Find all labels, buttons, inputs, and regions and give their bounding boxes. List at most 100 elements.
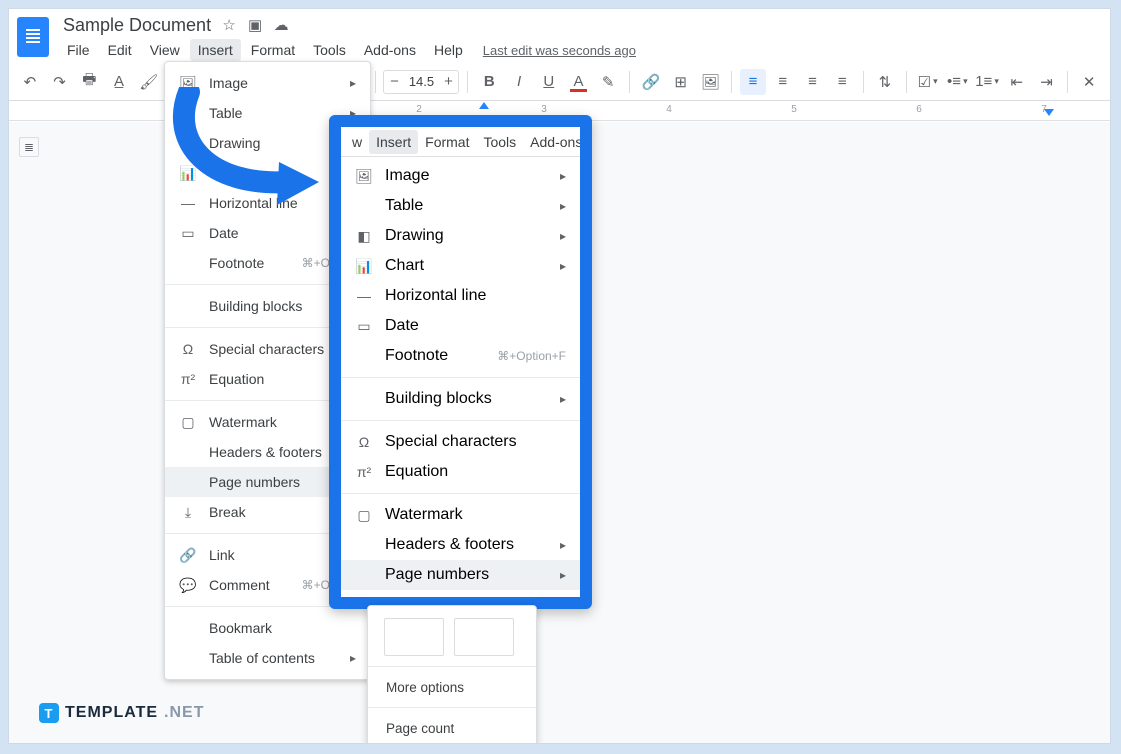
star-icon[interactable]: ☆ (221, 17, 237, 33)
font-size-value[interactable]: 14.5 (404, 74, 438, 89)
callout-insert-chart[interactable]: 📊Chart▸ (341, 251, 580, 281)
submenu-arrow-icon: ▸ (560, 392, 566, 406)
text-color-icon[interactable]: A (566, 69, 592, 95)
redo-icon[interactable]: ↷ (47, 69, 73, 95)
watermark-icon: ▢ (179, 413, 197, 431)
bulleted-list-icon[interactable]: •≡▾ (944, 69, 970, 95)
callout-insert-blocks[interactable]: Building blocks▸ (341, 384, 580, 414)
ruler-label: 5 (791, 104, 797, 115)
callout-menu-bar: w Insert Format Tools Add-ons H (341, 127, 580, 157)
menu-tools[interactable]: Tools (305, 39, 354, 61)
callout-insert-special[interactable]: ΩSpecial characters (341, 427, 580, 457)
date-icon: ▭ (355, 317, 373, 335)
callout-menu-addons[interactable]: Add-ons (523, 130, 589, 154)
callout-insert-table[interactable]: Table▸ (341, 191, 580, 221)
separator (731, 71, 732, 93)
page-numbers-submenu: More options Page count (367, 605, 537, 744)
callout-menu-insert[interactable]: Insert (369, 130, 418, 154)
outline-toggle-icon[interactable]: ≣ (19, 137, 39, 157)
decrease-indent-icon[interactable]: ⇤ (1004, 69, 1030, 95)
submenu-arrow-icon: ▸ (350, 76, 356, 90)
align-right-icon[interactable]: ≡ (800, 69, 826, 95)
paint-format-icon[interactable]: 🖌 (136, 69, 162, 95)
callout-insert-image[interactable]: 🖼Image▸ (341, 161, 580, 191)
app-window: Sample Document ☆ ▣ ☁ File Edit View Ins… (8, 8, 1111, 744)
menu-help[interactable]: Help (426, 39, 471, 61)
numbered-list-icon[interactable]: 1≡▾ (974, 69, 1000, 95)
callout-insert-dropdown: 🖼Image▸ Table▸ ◧Drawing▸ 📊Chart▸ —Horizo… (341, 157, 580, 597)
more-options[interactable]: More options (368, 667, 536, 707)
drawing-icon: ◧ (355, 227, 373, 245)
bold-icon[interactable]: B (476, 69, 502, 95)
font-size-control[interactable]: − 14.5 + (383, 70, 459, 94)
preset-thumbnail[interactable] (384, 618, 444, 656)
menu-format[interactable]: Format (243, 39, 303, 61)
image-icon[interactable]: 🖼 (697, 69, 723, 95)
callout-menu-view[interactable]: w (345, 130, 369, 154)
print-icon[interactable]: 🖶 (76, 69, 102, 95)
callout-insert-watermark[interactable]: ▢Watermark (341, 500, 580, 530)
date-icon: ▭ (179, 224, 197, 242)
document-title[interactable]: Sample Document (63, 15, 211, 36)
checklist-icon[interactable]: ☑▾ (915, 69, 941, 95)
italic-icon[interactable]: I (506, 69, 532, 95)
submenu-arrow-icon: ▸ (560, 199, 566, 213)
indent-marker-icon[interactable] (479, 102, 489, 109)
menu-edit[interactable]: Edit (100, 39, 140, 61)
page-count[interactable]: Page count (368, 708, 536, 744)
move-icon[interactable]: ▣ (247, 17, 263, 33)
comment-icon[interactable]: ⊞ (668, 69, 694, 95)
link-icon[interactable]: 🔗 (638, 69, 664, 95)
separator (863, 71, 864, 93)
preset-thumbnail[interactable] (454, 618, 514, 656)
undo-icon[interactable]: ↶ (17, 69, 43, 95)
separator (906, 71, 907, 93)
callout-box: w Insert Format Tools Add-ons H 🖼Image▸ … (329, 115, 592, 609)
menu-addons[interactable]: Add-ons (356, 39, 424, 61)
increase-indent-icon[interactable]: ⇥ (1034, 69, 1060, 95)
align-center-icon[interactable]: ≡ (770, 69, 796, 95)
special-chars-icon: Ω (179, 340, 197, 358)
watermark-icon: ▢ (355, 506, 373, 524)
separator (1067, 71, 1068, 93)
last-edit-link[interactable]: Last edit was seconds ago (483, 43, 636, 58)
cloud-icon[interactable]: ☁ (273, 17, 289, 33)
callout-insert-equation[interactable]: π²Equation (341, 457, 580, 487)
callout-insert-headers[interactable]: Headers & footers▸ (341, 530, 580, 560)
insert-image[interactable]: 🖼Image▸ (165, 68, 370, 98)
chart-icon: 📊 (355, 257, 373, 275)
separator (629, 71, 630, 93)
break-icon: ⤓ (179, 503, 197, 521)
submenu-arrow-icon: ▸ (560, 229, 566, 243)
callout-menu-tools[interactable]: Tools (476, 130, 523, 154)
callout-insert-break[interactable]: ⤓Break (341, 590, 580, 597)
callout-menu-format[interactable]: Format (418, 130, 476, 154)
callout-insert-footnote[interactable]: Footnote⌘+Option+F (341, 341, 580, 371)
align-left-icon[interactable]: ≡ (740, 69, 766, 95)
equation-icon: π² (179, 370, 197, 388)
menu-insert[interactable]: Insert (190, 39, 241, 61)
decrease-font-icon[interactable]: − (384, 73, 404, 90)
page-number-presets (368, 612, 536, 666)
highlight-icon[interactable]: ✎ (595, 69, 621, 95)
menu-file[interactable]: File (59, 39, 98, 61)
insert-toc[interactable]: Table of contents▸ (165, 643, 370, 673)
align-justify-icon[interactable]: ≡ (829, 69, 855, 95)
divider (341, 377, 580, 378)
callout-menu-help[interactable]: H (589, 130, 592, 154)
callout-insert-date[interactable]: ▭Date (341, 311, 580, 341)
spellcheck-icon[interactable]: A̲ (106, 69, 132, 95)
insert-bookmark[interactable]: Bookmark (165, 613, 370, 643)
drawing-icon: ◧ (179, 134, 197, 152)
callout-insert-drawing[interactable]: ◧Drawing▸ (341, 221, 580, 251)
line-spacing-icon[interactable]: ⇅ (872, 69, 898, 95)
increase-font-icon[interactable]: + (438, 73, 458, 90)
callout-insert-hline[interactable]: —Horizontal line (341, 281, 580, 311)
clear-formatting-icon[interactable]: ✕ (1076, 69, 1102, 95)
ruler-label: 3 (541, 104, 547, 115)
image-icon: 🖼 (355, 167, 373, 185)
callout-insert-page-numbers[interactable]: Page numbers▸ (341, 560, 580, 590)
docs-logo-icon[interactable] (17, 17, 49, 57)
underline-icon[interactable]: U (536, 69, 562, 95)
menu-view[interactable]: View (142, 39, 188, 61)
